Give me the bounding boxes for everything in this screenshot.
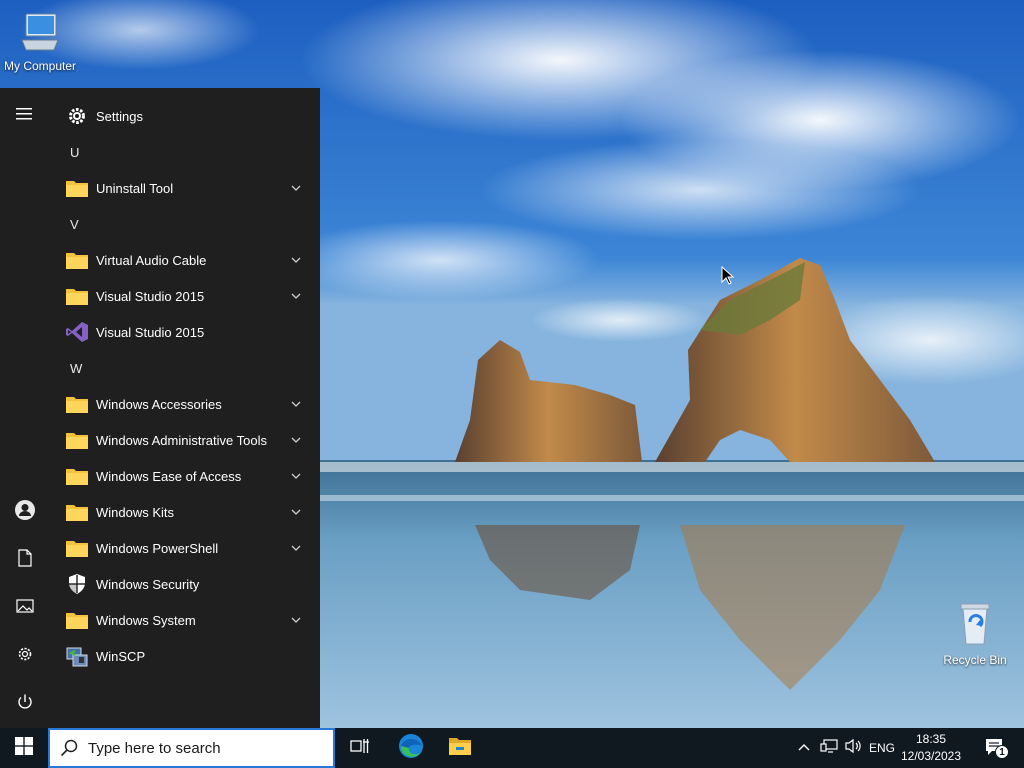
chevron-down-icon (290, 434, 302, 446)
desktop-icon-my-computer[interactable]: My Computer (0, 10, 80, 73)
desktop-icon-label: Recycle Bin (943, 653, 1007, 667)
hamburger-menu-icon (16, 107, 34, 126)
folder-label: Windows Accessories (96, 396, 222, 412)
power-button[interactable] (0, 684, 50, 724)
folder-windows-kits[interactable]: Windows Kits (50, 494, 320, 530)
folder-windows-accessories[interactable]: Windows Accessories (50, 386, 320, 422)
folder-icon (62, 608, 92, 632)
desktop-icon-label: My Computer (3, 59, 77, 73)
expand-menu-button[interactable] (0, 96, 50, 136)
search-icon (60, 739, 78, 757)
section-letter-u[interactable]: U (50, 134, 320, 170)
user-account-button[interactable] (0, 492, 50, 532)
network-button[interactable] (818, 728, 840, 768)
app-label: WinSCP (96, 648, 146, 664)
folder-windows-powershell[interactable]: Windows PowerShell (50, 530, 320, 566)
pictures-button[interactable] (0, 588, 50, 628)
chevron-down-icon (290, 614, 302, 626)
folder-uninstall-tool[interactable]: Uninstall Tool (50, 170, 320, 206)
folder-label: Visual Studio 2015 (96, 288, 205, 304)
visual-studio-icon (62, 320, 92, 344)
windows-logo-icon (15, 736, 33, 760)
clock-time: 18:35 (915, 732, 947, 746)
folder-windows-ease-of-access[interactable]: Windows Ease of Access (50, 458, 320, 494)
folder-label: Uninstall Tool (96, 180, 174, 196)
task-view-icon (350, 737, 370, 760)
folder-icon (62, 392, 92, 416)
app-settings[interactable]: Settings (50, 98, 320, 134)
edge-taskbar-button[interactable] (387, 728, 435, 768)
app-label: Windows Security (96, 576, 200, 592)
start-menu-rail (0, 88, 50, 728)
folder-icon (62, 464, 92, 488)
chevron-down-icon (290, 290, 302, 302)
folder-windows-system[interactable]: Windows System (50, 602, 320, 638)
folder-icon (62, 500, 92, 524)
file-explorer-icon (448, 736, 472, 761)
task-view-button[interactable] (336, 728, 384, 768)
chevron-down-icon (290, 398, 302, 410)
folder-icon (62, 176, 92, 200)
chevron-down-icon (290, 254, 302, 266)
recycle-bin-icon (935, 600, 1015, 651)
notification-count-badge: 1 (995, 745, 1009, 759)
computer-icon (0, 10, 80, 57)
app-winscp[interactable]: WinSCP (50, 638, 320, 674)
action-center-button[interactable]: 1 (978, 728, 1014, 768)
settings-button[interactable] (0, 636, 50, 676)
chevron-down-icon (290, 506, 302, 518)
search-placeholder: Type here to search (88, 739, 221, 757)
app-list: Settings U Uninstall Tool V Virtual Audi… (50, 98, 320, 674)
mouse-cursor (721, 265, 735, 291)
volume-button[interactable] (842, 728, 864, 768)
folder-icon (62, 536, 92, 560)
folder-label: Virtual Audio Cable (96, 252, 207, 268)
folder-label: Windows Kits (96, 504, 175, 520)
start-menu: Settings U Uninstall Tool V Virtual Audi… (0, 88, 320, 728)
app-label: Visual Studio 2015 (96, 324, 205, 340)
folder-visual-studio-2015[interactable]: Visual Studio 2015 (50, 278, 320, 314)
start-button[interactable] (0, 728, 48, 768)
app-label: Settings (96, 108, 143, 124)
folder-label: Windows Administrative Tools (96, 432, 267, 448)
file-explorer-taskbar-button[interactable] (436, 728, 484, 768)
pictures-icon (16, 598, 34, 618)
folder-icon (62, 428, 92, 452)
winscp-icon (62, 644, 92, 668)
settings-icon (16, 645, 34, 668)
network-icon (820, 738, 838, 759)
section-letter-v[interactable]: V (50, 206, 320, 242)
documents-icon (17, 548, 33, 572)
folder-virtual-audio-cable[interactable]: Virtual Audio Cable (50, 242, 320, 278)
folder-label: Windows PowerShell (96, 540, 219, 556)
chevron-up-icon (797, 739, 811, 757)
taskbar-clock[interactable]: 18:35 12/03/2023 (896, 728, 966, 768)
chevron-down-icon (290, 542, 302, 554)
taskbar: Type here to search ENG 18:35 12/03/2023 (0, 728, 1024, 768)
app-visual-studio-2015[interactable]: Visual Studio 2015 (50, 314, 320, 350)
app-windows-security[interactable]: Windows Security (50, 566, 320, 602)
power-icon (16, 693, 34, 716)
gear-icon (62, 104, 92, 128)
folder-windows-administrative-tools[interactable]: Windows Administrative Tools (50, 422, 320, 458)
show-hidden-icons-button[interactable] (794, 728, 814, 768)
notification-icon: 1 (984, 737, 1009, 759)
chevron-down-icon (290, 182, 302, 194)
edge-icon (398, 733, 424, 764)
speaker-icon (844, 738, 862, 759)
desktop-icon-recycle-bin[interactable]: Recycle Bin (935, 600, 1015, 667)
clock-date: 12/03/2023 (900, 749, 962, 763)
chevron-down-icon (290, 470, 302, 482)
taskbar-search-box[interactable]: Type here to search (48, 728, 335, 768)
section-letter-w[interactable]: W (50, 350, 320, 386)
folder-label: Windows Ease of Access (96, 468, 242, 484)
user-account-icon (14, 499, 36, 526)
folder-label: Windows System (96, 612, 196, 628)
documents-button[interactable] (0, 540, 50, 580)
input-language-indicator[interactable]: ENG (866, 728, 898, 768)
shield-icon (62, 572, 92, 596)
folder-icon (62, 248, 92, 272)
folder-icon (62, 284, 92, 308)
